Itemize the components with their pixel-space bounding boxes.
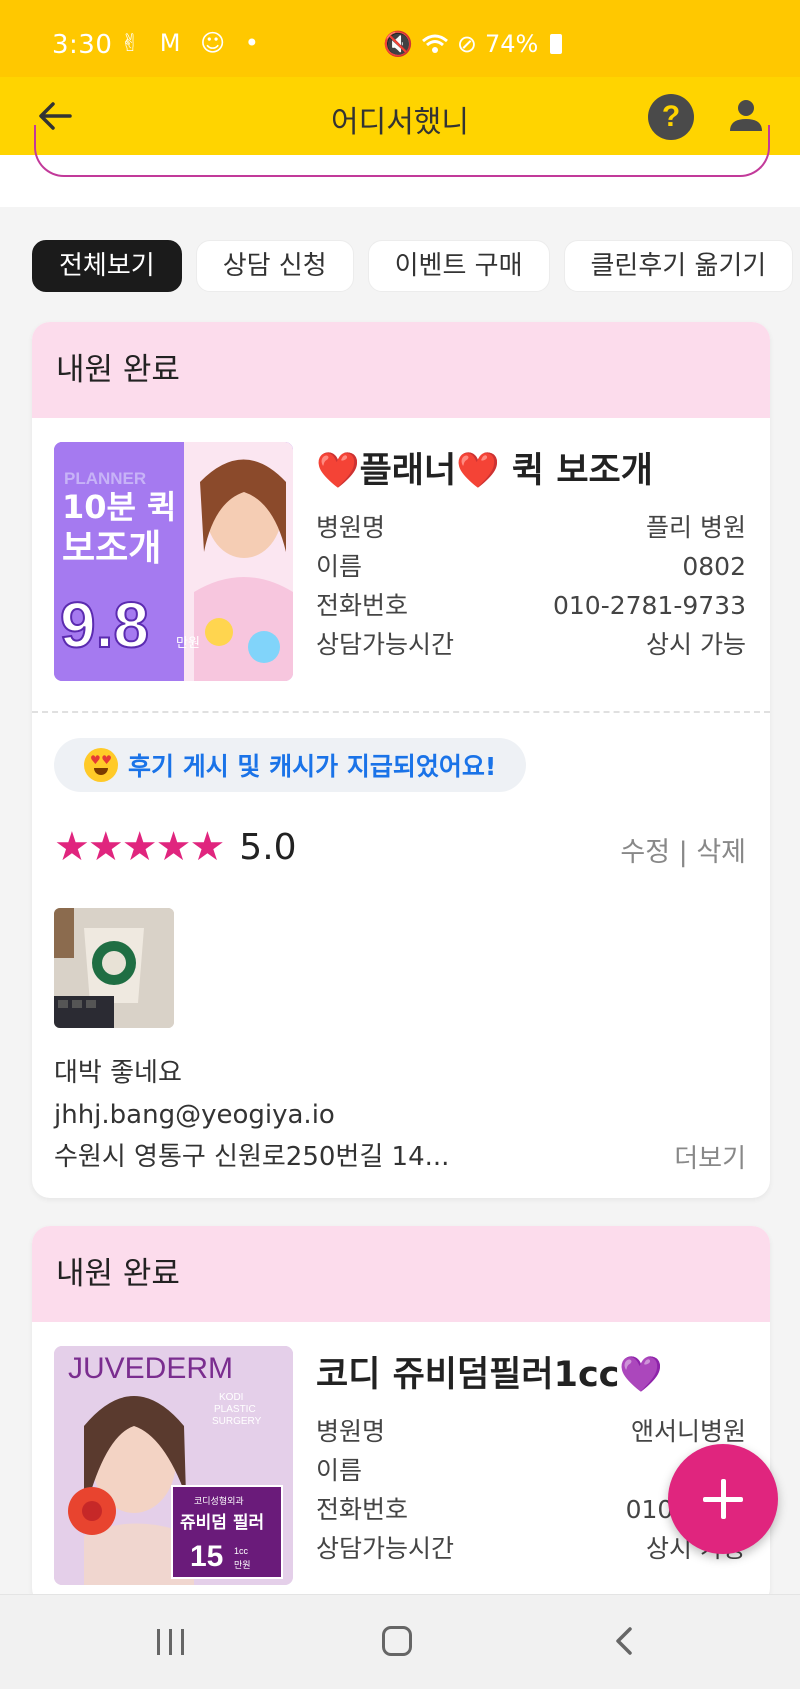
notice-text: 후기 게시 및 캐시가 지급되었어요! xyxy=(128,752,497,781)
thumb-label-line1: 10분 퀵 xyxy=(62,488,177,526)
product-title[interactable]: 코디 쥬비덤필러1cc💜 xyxy=(316,1346,663,1397)
info-value: 상시 가능 xyxy=(646,630,746,659)
dashed-divider xyxy=(32,711,770,713)
chip-clean-review[interactable]: 클린후기 옮기기 xyxy=(563,240,794,292)
recent-apps-icon[interactable] xyxy=(157,1629,187,1655)
thumb-sub-1: KODI xyxy=(219,1392,243,1403)
info-row-name: 이름 0802 xyxy=(316,547,746,586)
rating-value: 5.0 xyxy=(239,826,297,868)
product-title[interactable]: ❤️플래너❤️ 퀵 보조개 xyxy=(316,442,653,493)
thumb-sub-2: PLASTIC xyxy=(214,1404,256,1415)
thumb-label-line2: 보조개 xyxy=(62,528,161,569)
mute-icon: 🔇 xyxy=(383,30,413,58)
status-time: 3:30 xyxy=(52,30,113,60)
product-thumbnail[interactable]: PLANNER 10분 퀵 보조개 9.8 만원 xyxy=(54,442,293,681)
rating: ★★★★★ 5.0 xyxy=(54,822,297,872)
review-image xyxy=(54,908,174,1028)
thumb-box-1: 코디성형외과 xyxy=(194,1495,244,1507)
info-label: 병원명 xyxy=(316,513,386,542)
info-label: 이름 xyxy=(316,552,363,581)
info-row-hospital: 병원명 앤서니병원 xyxy=(316,1412,746,1451)
product-image: JUVEDERM KODI PLASTIC SURGERY 코디성형외과 쥬비덤… xyxy=(54,1346,293,1585)
info-row-hospital: 병원명 플리 병원 xyxy=(316,508,746,547)
chip-all[interactable]: 전체보기 xyxy=(32,240,182,292)
review-address: 수원시 영통구 신원로250번길 14... xyxy=(54,1142,450,1172)
review-content: 대박 좋네요 jhhj.bang@yeogiya.io 수원시 영통구 신원로2… xyxy=(54,1052,748,1178)
reservation-info: 병원명 플리 병원 이름 0802 전화번호 010-2781-9733 상담가능시간… xyxy=(316,508,746,664)
thumb-label-planner: PLANNER xyxy=(64,469,146,488)
edit-delete-actions[interactable]: 수정 | 삭제 xyxy=(620,830,746,869)
thumb-box-3: 15 xyxy=(190,1540,223,1573)
system-nav-bar xyxy=(0,1594,800,1689)
info-label: 전화번호 xyxy=(316,1495,409,1524)
product-image: PLANNER 10분 퀵 보조개 9.8 만원 xyxy=(54,442,293,681)
thumb-price: 9.8 xyxy=(60,589,149,661)
review-text: 대박 좋네요 xyxy=(54,1058,182,1088)
thumb-brand: JUVEDERM xyxy=(68,1352,233,1385)
battery-percent: 74% xyxy=(485,30,539,58)
review-email: jhhj.bang@yeogiya.io xyxy=(54,1100,335,1130)
more-link[interactable]: 더보기 xyxy=(674,1138,746,1175)
thumb-box-4: 1cc xyxy=(234,1546,249,1556)
battery-icon xyxy=(550,34,563,54)
chip-event-purchase[interactable]: 이벤트 구매 xyxy=(367,240,550,292)
add-fab-button[interactable] xyxy=(668,1444,778,1554)
info-value: 010-2781-9733 xyxy=(552,591,746,620)
home-icon[interactable] xyxy=(382,1626,412,1656)
status-bar: 3:30 ✌ M ☺ • 🔇 ⊘ 74% xyxy=(0,0,800,77)
reward-notice: 후기 게시 및 캐시가 지급되었어요! xyxy=(54,738,527,792)
info-label: 상담가능시간 xyxy=(316,630,455,659)
status-right: 🔇 ⊘ 74% xyxy=(383,30,563,58)
info-row-available-time: 상담가능시간 상시 가능 xyxy=(316,625,746,664)
info-value: 플리 병원 xyxy=(646,513,746,542)
notification-icons: ✌ M ☺ • xyxy=(120,29,265,57)
wifi-icon xyxy=(421,34,448,53)
thumb-sub-3: SURGERY xyxy=(212,1416,262,1427)
product-thumbnail[interactable]: JUVEDERM KODI PLASTIC SURGERY 코디성형외과 쥬비덤… xyxy=(54,1346,293,1585)
info-value: 0802 xyxy=(682,552,746,581)
info-label: 상담가능시간 xyxy=(316,1534,455,1563)
card-status: 내원 완료 xyxy=(32,322,770,418)
info-label: 이름 xyxy=(316,1456,363,1485)
review-photo[interactable] xyxy=(54,908,174,1028)
filter-chips: 전체보기 상담 신청 이벤트 구매 클린후기 옮기기 xyxy=(32,240,800,294)
chip-consult[interactable]: 상담 신청 xyxy=(195,240,354,292)
nav-back-icon[interactable] xyxy=(610,1625,640,1657)
info-row-phone: 전화번호 010-2781-9733 xyxy=(316,586,746,625)
thumb-box-5: 만원 xyxy=(234,1560,251,1571)
card-status: 내원 완료 xyxy=(32,1226,770,1322)
search-strip xyxy=(0,125,800,207)
reservation-card[interactable]: 내원 완료 JUVEDERM KODI PLASTIC SURGERY 코디성형… xyxy=(32,1226,770,1606)
info-label: 전화번호 xyxy=(316,591,409,620)
star-rating-icon: ★★★★★ xyxy=(54,824,225,870)
reservation-card[interactable]: 내원 완료 PLANNER 10분 퀵 보조개 9.8 만원 ❤️플래너❤️ 퀵… xyxy=(32,322,770,1198)
thumb-box-2: 쥬비덤 필러 xyxy=(180,1513,264,1533)
thumb-price-unit: 만원 xyxy=(176,636,200,651)
search-box-edge[interactable] xyxy=(34,125,770,177)
heart-eyes-emoji-icon xyxy=(84,748,118,782)
dnd-icon: ⊘ xyxy=(456,30,477,58)
info-label: 병원명 xyxy=(316,1417,386,1446)
